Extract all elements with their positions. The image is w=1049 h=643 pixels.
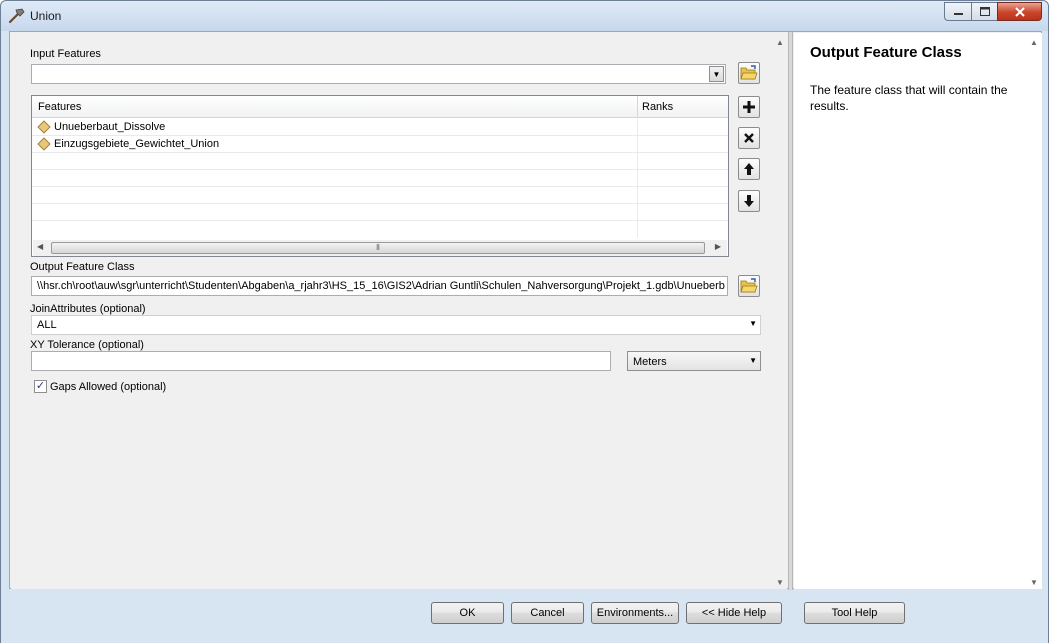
minimize-icon	[953, 13, 963, 15]
dialog-body: Input Features ▼ Features Ranks Unueberb…	[9, 31, 1042, 590]
polygon-feature-icon	[37, 120, 51, 134]
remove-row-button[interactable]	[738, 127, 760, 149]
output-feature-class-value: \\hsr.ch\root\auw\sgr\unterricht\Student…	[37, 280, 725, 292]
plus-icon	[743, 101, 755, 113]
gaps-allowed-label: Gaps Allowed (optional)	[50, 381, 167, 393]
feature-name: Unueberbaut_Dissolve	[54, 121, 166, 133]
environments-button[interactable]: Environments...	[591, 602, 679, 624]
chevron-down-icon: ▼	[749, 356, 757, 365]
cancel-button[interactable]: Cancel	[511, 602, 584, 624]
join-attributes-label: JoinAttributes (optional)	[30, 303, 146, 315]
chevron-down-icon: ▼	[749, 319, 757, 328]
features-column-header[interactable]: Features	[38, 101, 81, 113]
hammer-icon	[8, 8, 25, 24]
browse-output-button[interactable]	[738, 275, 760, 297]
xy-tolerance-label: XY Tolerance (optional)	[30, 339, 144, 351]
features-table-header: Features Ranks	[32, 96, 728, 118]
window-title: Union	[30, 9, 62, 23]
scroll-left-icon[interactable]: ◀	[37, 242, 43, 251]
table-row-empty	[32, 187, 728, 204]
window-controls	[944, 2, 1042, 21]
scroll-right-icon[interactable]: ▶	[715, 242, 721, 251]
polygon-feature-icon	[37, 137, 51, 151]
help-description: The feature class that will contain the …	[810, 83, 1008, 113]
table-row-empty	[32, 170, 728, 187]
scroll-up-icon[interactable]: ▲	[773, 36, 787, 50]
maximize-icon	[979, 7, 990, 16]
ranks-column-header[interactable]: Ranks	[642, 101, 673, 113]
xy-tolerance-input[interactable]	[31, 351, 611, 371]
folder-open-icon	[740, 65, 758, 80]
move-up-button[interactable]	[738, 158, 760, 180]
browse-input-button[interactable]	[738, 62, 760, 84]
move-down-button[interactable]	[738, 190, 760, 212]
panel-splitter[interactable]	[788, 32, 793, 590]
dropdown-arrow-icon[interactable]: ▼	[709, 66, 724, 82]
arrow-down-icon	[744, 195, 754, 207]
delete-x-icon	[744, 133, 754, 143]
ok-button[interactable]: OK	[431, 602, 504, 624]
output-feature-class-input[interactable]: \\hsr.ch\root\auw\sgr\unterricht\Student…	[31, 276, 728, 296]
output-feature-class-label: Output Feature Class	[30, 261, 135, 273]
table-row[interactable]: Unueberbaut_Dissolve	[32, 119, 728, 136]
table-row-empty	[32, 221, 728, 238]
input-features-combo[interactable]: ▼	[31, 64, 726, 84]
xy-tolerance-unit: Meters	[633, 356, 667, 368]
minimize-button[interactable]	[944, 2, 971, 21]
maximize-button[interactable]	[971, 2, 997, 21]
help-panel: Output Feature Class The feature class t…	[794, 33, 1042, 589]
table-row[interactable]: Einzugsgebiete_Gewichtet_Union	[32, 136, 728, 153]
folder-open-icon	[740, 278, 758, 293]
input-features-label: Input Features	[30, 48, 101, 60]
arrow-up-icon	[744, 163, 754, 175]
gaps-allowed-checkbox[interactable]: ✓	[34, 380, 47, 393]
join-attributes-value: ALL	[37, 319, 57, 331]
close-button[interactable]	[997, 2, 1042, 21]
table-horizontal-scrollbar[interactable]: ◀ ⦀ ▶	[33, 240, 727, 256]
xy-tolerance-unit-select[interactable]: Meters ▼	[627, 351, 761, 371]
scroll-down-icon[interactable]: ▼	[773, 576, 787, 590]
scroll-up-icon[interactable]: ▲	[1027, 36, 1041, 50]
tool-help-button[interactable]: Tool Help	[804, 602, 905, 624]
parameters-panel: Input Features ▼ Features Ranks Unueberb…	[11, 33, 787, 589]
hide-help-button[interactable]: << Hide Help	[686, 602, 782, 624]
union-dialog: Union Input Features ▼ Features Ranks Un…	[0, 0, 1049, 643]
add-row-button[interactable]	[738, 96, 760, 118]
features-table[interactable]: Features Ranks Unueberbaut_Dissolve Einz…	[31, 95, 729, 257]
feature-name: Einzugsgebiete_Gewichtet_Union	[54, 138, 220, 150]
scroll-down-icon[interactable]: ▼	[1027, 576, 1041, 590]
table-row-empty	[32, 204, 728, 221]
help-title: Output Feature Class	[810, 44, 962, 61]
parameters-vertical-scrollbar[interactable]: ▲ ▼	[773, 33, 787, 589]
close-icon	[1014, 6, 1025, 17]
scroll-thumb[interactable]: ⦀	[51, 242, 705, 254]
join-attributes-select[interactable]: ALL ▼	[31, 315, 761, 335]
help-vertical-scrollbar[interactable]: ▲ ▼	[1027, 33, 1041, 589]
title-bar[interactable]: Union	[1, 1, 1048, 31]
dialog-footer: OK Cancel Environments... << Hide Help T…	[1, 591, 1048, 643]
table-row-empty	[32, 153, 728, 170]
